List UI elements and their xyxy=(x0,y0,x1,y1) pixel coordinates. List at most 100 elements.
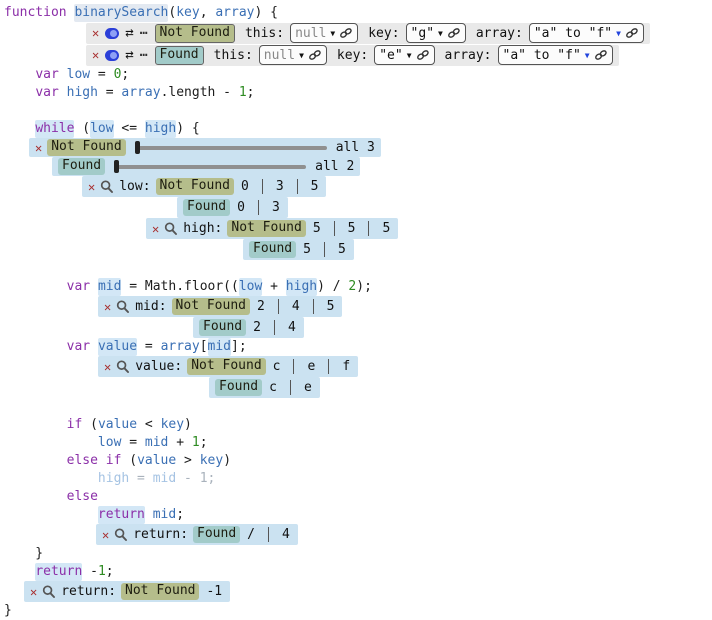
probe-value: 3 xyxy=(270,200,282,215)
code-token xyxy=(4,470,98,488)
probe-value: e xyxy=(302,380,314,395)
toggle-icon[interactable] xyxy=(105,50,119,61)
code-token: 1; xyxy=(200,470,216,488)
close-icon[interactable]: ✕ xyxy=(104,361,111,373)
more-options-icon[interactable]: ⋯ xyxy=(140,49,149,62)
close-icon[interactable]: ✕ xyxy=(35,142,42,154)
slider-track[interactable] xyxy=(114,165,306,169)
magnifier-icon xyxy=(114,528,128,542)
chevron-down-icon[interactable]: ▼ xyxy=(438,29,443,38)
slider-strip: Foundall 2 xyxy=(52,157,360,176)
code-token xyxy=(90,278,98,296)
chain-link-icon[interactable] xyxy=(308,49,322,61)
code-token xyxy=(4,563,35,581)
status-badge[interactable]: Found xyxy=(199,319,246,336)
argument-label: key: xyxy=(337,48,368,63)
chevron-down-icon[interactable]: ▼ xyxy=(585,51,590,60)
value-separator xyxy=(334,221,335,236)
code-line: if (value < key) xyxy=(0,416,712,434)
close-icon[interactable]: ✕ xyxy=(104,301,111,313)
probe-value: 5 xyxy=(325,299,337,314)
status-badge[interactable]: Not Found xyxy=(187,358,265,375)
code-token: } xyxy=(4,602,12,620)
close-icon[interactable]: ✕ xyxy=(102,529,109,541)
chevron-down-icon[interactable]: ▼ xyxy=(616,29,621,38)
toggle-icon[interactable] xyxy=(105,28,119,39)
close-icon[interactable]: ✕ xyxy=(152,223,159,235)
code-token: if xyxy=(67,416,83,434)
status-badge[interactable]: Not Found xyxy=(155,24,235,43)
value-dropdown[interactable]: null▼ xyxy=(259,45,327,65)
close-icon[interactable]: ✕ xyxy=(92,27,99,39)
value-dropdown[interactable]: "g"▼ xyxy=(406,23,466,43)
close-icon[interactable]: ✕ xyxy=(88,181,95,193)
chevron-down-icon[interactable]: ▼ xyxy=(299,51,304,60)
probe-value: 2 xyxy=(251,320,263,335)
chain-link-icon[interactable] xyxy=(416,49,430,61)
chain-link-icon[interactable] xyxy=(339,27,353,39)
code-token: if xyxy=(106,452,122,470)
chevron-down-icon[interactable]: ▼ xyxy=(407,51,412,60)
probe-row: ✕high:Not Found555 xyxy=(146,218,712,239)
dropdown-value: "a" to "f" xyxy=(534,26,612,41)
value-dropdown[interactable]: "e"▼ xyxy=(374,45,434,65)
code-token: < xyxy=(137,416,160,434)
code-token: - xyxy=(176,470,199,488)
value-dropdown[interactable]: null▼ xyxy=(290,23,358,43)
status-badge[interactable]: Found xyxy=(155,46,204,65)
swap-arrows-icon[interactable]: ⇄ xyxy=(125,26,133,40)
iteration-slider[interactable] xyxy=(135,141,327,154)
code-token: mid xyxy=(153,470,176,488)
code-token: value xyxy=(137,452,176,470)
code-line: var mid = Math.floor((low + high) / 2); xyxy=(0,278,712,296)
probe-value: / xyxy=(245,527,257,542)
status-badge[interactable]: Not Found xyxy=(172,298,250,315)
swap-arrows-icon[interactable]: ⇄ xyxy=(125,48,133,62)
slider-thumb[interactable] xyxy=(114,160,119,173)
magnifier-icon xyxy=(42,585,56,599)
code-token: .length - xyxy=(161,84,239,102)
code-token xyxy=(4,416,67,434)
status-badge[interactable]: Not Found xyxy=(227,220,305,237)
blank-line xyxy=(0,260,712,278)
status-badge[interactable]: Found xyxy=(193,526,240,543)
close-icon[interactable]: ✕ xyxy=(92,49,99,61)
value-separator xyxy=(313,299,314,314)
slider-thumb[interactable] xyxy=(135,141,140,154)
magnifier-icon xyxy=(164,222,178,236)
code-token: ; xyxy=(121,66,129,84)
status-badge[interactable]: Found xyxy=(215,379,262,396)
iteration-slider[interactable] xyxy=(114,160,306,173)
value-separator xyxy=(258,200,259,215)
close-icon[interactable]: ✕ xyxy=(30,586,37,598)
chain-link-icon[interactable] xyxy=(625,27,639,39)
code-token: > xyxy=(176,452,199,470)
more-options-icon[interactable]: ⋯ xyxy=(140,27,149,40)
code-token: 0 xyxy=(114,66,122,84)
code-token: ) / xyxy=(317,278,348,296)
status-badge[interactable]: Found xyxy=(58,158,105,175)
value-dropdown[interactable]: "a" to "f"▼ xyxy=(498,45,613,65)
code-line: var value = array[mid]; xyxy=(0,338,712,356)
status-badge[interactable]: Found xyxy=(249,241,296,258)
value-dropdown[interactable]: "a" to "f" ▼ xyxy=(529,23,644,43)
status-badge[interactable]: Not Found xyxy=(47,139,125,156)
code-token: var xyxy=(35,66,58,84)
probe-row: ✕low:Not Found035 xyxy=(82,176,712,197)
status-badge[interactable]: Not Found xyxy=(156,178,234,195)
chain-link-icon[interactable] xyxy=(594,49,608,61)
status-badge[interactable]: Not Found xyxy=(121,583,199,600)
function-call-row: ✕⇄⋯Foundthis:null▼key:"e"▼array:"a" to "… xyxy=(86,44,712,66)
code-token: = xyxy=(137,338,160,356)
status-badge[interactable]: Found xyxy=(183,199,230,216)
code-token: + xyxy=(168,434,191,452)
code-token: ]; xyxy=(231,338,247,356)
code-token: ; xyxy=(176,506,184,524)
probe-variable-name: return: xyxy=(61,584,116,599)
code-token xyxy=(59,84,67,102)
slider-track[interactable] xyxy=(135,146,327,150)
code-line: return mid; xyxy=(0,506,712,524)
chevron-down-icon[interactable]: ▼ xyxy=(330,29,335,38)
chain-link-icon[interactable] xyxy=(447,27,461,39)
code-token: function xyxy=(4,4,67,22)
